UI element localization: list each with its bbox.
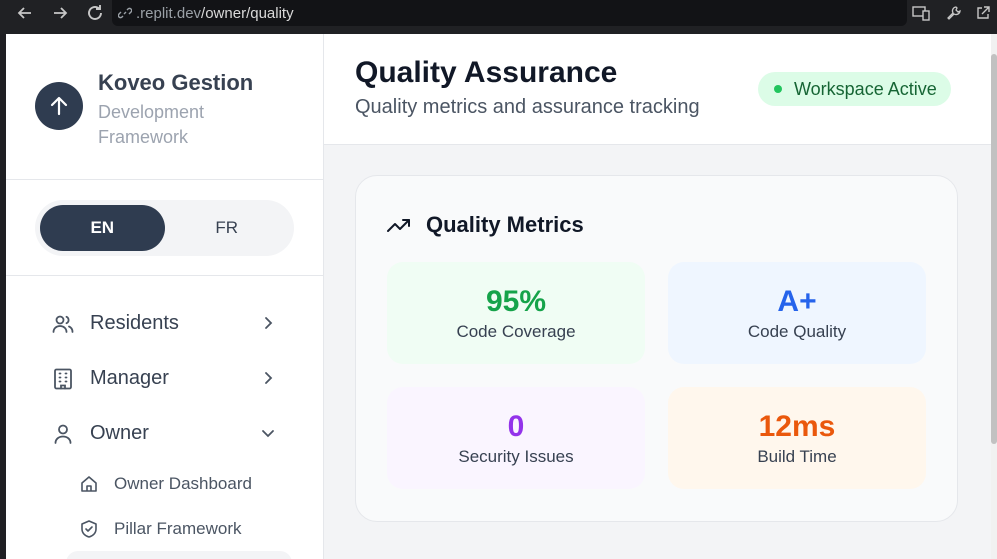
metric-label: Code Quality <box>747 322 847 341</box>
sidebar: Koveo Gestion Development Framework EN F… <box>6 34 324 559</box>
brand-subtitle: Development Framework <box>98 102 205 147</box>
home-icon <box>78 473 100 495</box>
page-header: Quality Assurance Quality metrics and as… <box>324 34 997 145</box>
sidebar-subitem-pillar-framework[interactable]: Pillar Framework <box>6 506 324 551</box>
brand-header: Koveo Gestion Development Framework <box>6 34 323 180</box>
sidebar-subitem-owner-dashboard[interactable]: Owner Dashboard <box>6 461 324 506</box>
shield-check-icon <box>78 518 100 540</box>
sidebar-item-owner[interactable]: Owner <box>6 406 324 461</box>
card-title: Quality Metrics <box>426 212 584 237</box>
language-en-button[interactable]: EN <box>40 205 165 251</box>
sidebar-subitem-highlight[interactable] <box>66 551 292 559</box>
metric-code-quality: A+ Code Quality <box>668 262 926 364</box>
address-bar[interactable]: .replit.dev/owner/quality <box>112 0 907 26</box>
sidebar-item-label: Manager <box>90 367 169 389</box>
open-external-icon[interactable] <box>972 2 994 24</box>
wrench-icon[interactable] <box>943 2 965 24</box>
devices-icon[interactable] <box>910 2 932 24</box>
browser-chrome: .replit.dev/owner/quality <box>0 0 997 34</box>
language-fr-button[interactable]: FR <box>165 205 290 251</box>
scrollbar-track[interactable] <box>991 34 997 559</box>
chevron-down-icon <box>258 423 278 443</box>
building-icon <box>50 366 76 392</box>
metric-label: Code Coverage <box>456 322 576 341</box>
sidebar-subitem-label: Owner Dashboard <box>114 473 252 493</box>
metric-value: 0 <box>507 410 525 443</box>
status-badge-label: Workspace Active <box>794 78 937 99</box>
metric-label: Security Issues <box>458 447 574 466</box>
quality-metrics-card: Quality Metrics 95% Code Coverage A+ Cod… <box>355 175 958 522</box>
card-header: Quality Metrics <box>386 212 584 238</box>
user-icon <box>50 421 76 447</box>
back-icon[interactable] <box>12 0 38 26</box>
sidebar-item-label: Owner <box>90 422 149 444</box>
metric-value: A+ <box>777 285 817 318</box>
chevron-right-icon <box>258 313 278 333</box>
sidebar-item-label: Residents <box>90 312 179 334</box>
link-icon <box>118 6 132 20</box>
metric-value: 12ms <box>758 410 836 443</box>
scrollbar-thumb[interactable] <box>991 54 997 444</box>
logo-arrow-up-icon[interactable] <box>35 82 83 130</box>
app: Koveo Gestion Development Framework EN F… <box>6 34 997 559</box>
forward-icon[interactable] <box>47 0 73 26</box>
main-content: Quality Assurance Quality metrics and as… <box>324 34 997 559</box>
page-subtitle: Quality metrics and assurance tracking <box>355 96 700 118</box>
metric-code-coverage: 95% Code Coverage <box>387 262 645 364</box>
url-path: /owner/quality <box>201 4 294 22</box>
language-section: EN FR <box>6 180 323 276</box>
page-title: Quality Assurance <box>355 56 618 89</box>
sidebar-nav: Residents Manager Owner Owner Dashboard … <box>6 296 324 551</box>
status-dot-icon <box>774 85 782 93</box>
chevron-right-icon <box>258 368 278 388</box>
sidebar-item-residents[interactable]: Residents <box>6 296 324 351</box>
metric-value: 95% <box>485 285 547 318</box>
metric-security-issues: 0 Security Issues <box>387 387 645 489</box>
reload-icon[interactable] <box>82 0 108 26</box>
trending-up-icon <box>386 212 412 238</box>
sidebar-item-manager[interactable]: Manager <box>6 351 324 406</box>
users-icon <box>50 311 76 337</box>
url-host: .replit.dev <box>136 4 202 22</box>
metric-build-time: 12ms Build Time <box>668 387 926 489</box>
sidebar-subitem-label: Pillar Framework <box>114 518 242 538</box>
status-badge: Workspace Active <box>758 72 951 106</box>
brand-title: Koveo Gestion <box>98 70 254 95</box>
metric-label: Build Time <box>757 447 837 466</box>
language-toggle: EN FR <box>35 200 294 256</box>
